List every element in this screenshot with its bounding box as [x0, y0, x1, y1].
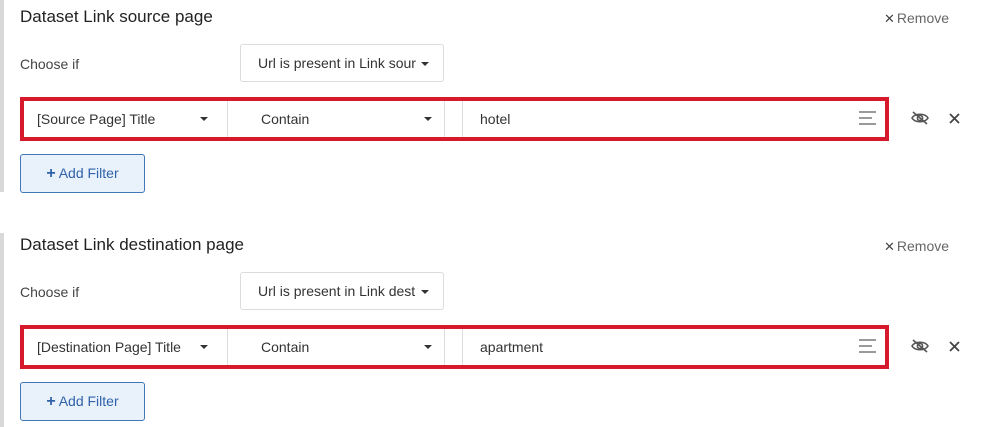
close-icon: ✕: [884, 11, 895, 26]
caret-down-icon: [200, 117, 208, 121]
add-filter-label: Add Filter: [58, 165, 119, 181]
lines-icon[interactable]: [859, 339, 876, 354]
field-value: [Destination Page] Title: [37, 339, 181, 355]
field-value: [Source Page] Title: [37, 111, 156, 127]
section-title: Dataset Link source page: [20, 7, 213, 26]
choose-if-value: Url is present in Link destination page: [258, 283, 416, 299]
choose-if-select[interactable]: Url is present in Link source page: [240, 44, 444, 82]
field-select[interactable]: [Source Page] Title: [24, 101, 223, 137]
choose-if-value: Url is present in Link source page: [258, 55, 416, 71]
operator-select[interactable]: Contain: [227, 101, 445, 137]
add-filter-label: Add Filter: [58, 393, 119, 409]
choose-if-label: Choose if: [20, 56, 80, 72]
filter-value-input[interactable]: apartment: [462, 329, 885, 365]
filter-value-text: hotel: [480, 111, 511, 127]
plus-icon: +: [46, 165, 56, 182]
eye-slash-icon[interactable]: [910, 110, 930, 126]
remove-button[interactable]: ✕ Remove: [884, 10, 949, 27]
eye-slash-icon[interactable]: [910, 338, 930, 354]
add-filter-button[interactable]: + Add Filter: [20, 382, 145, 421]
remove-label: Remove: [896, 10, 950, 26]
section-divider-bar: [0, 233, 4, 427]
close-icon[interactable]: [949, 341, 960, 352]
remove-button[interactable]: ✕ Remove: [884, 238, 949, 255]
choose-if-select[interactable]: Url is present in Link destination page: [240, 272, 444, 310]
lines-icon[interactable]: [859, 111, 876, 126]
operator-select[interactable]: Contain: [227, 329, 445, 365]
caret-down-icon: [421, 62, 429, 66]
close-icon: ✕: [884, 239, 895, 254]
operator-value: Contain: [261, 339, 310, 355]
caret-down-icon: [421, 290, 429, 294]
section-title: Dataset Link destination page: [20, 235, 244, 254]
remove-label: Remove: [896, 238, 950, 254]
plus-icon: +: [46, 393, 56, 410]
close-icon[interactable]: [949, 113, 960, 124]
filter-row: [Source Page] Title Contain hotel: [20, 97, 889, 141]
filter-row: [Destination Page] Title Contain apartme…: [20, 325, 889, 369]
caret-down-icon: [424, 345, 432, 349]
choose-if-label: Choose if: [20, 284, 80, 300]
operator-value: Contain: [261, 111, 310, 127]
filter-value-input[interactable]: hotel: [462, 101, 885, 137]
caret-down-icon: [424, 117, 432, 121]
add-filter-button[interactable]: + Add Filter: [20, 154, 145, 193]
field-select[interactable]: [Destination Page] Title: [24, 329, 223, 365]
caret-down-icon: [200, 345, 208, 349]
filter-value-text: apartment: [480, 339, 544, 355]
section-divider-bar: [0, 0, 4, 192]
